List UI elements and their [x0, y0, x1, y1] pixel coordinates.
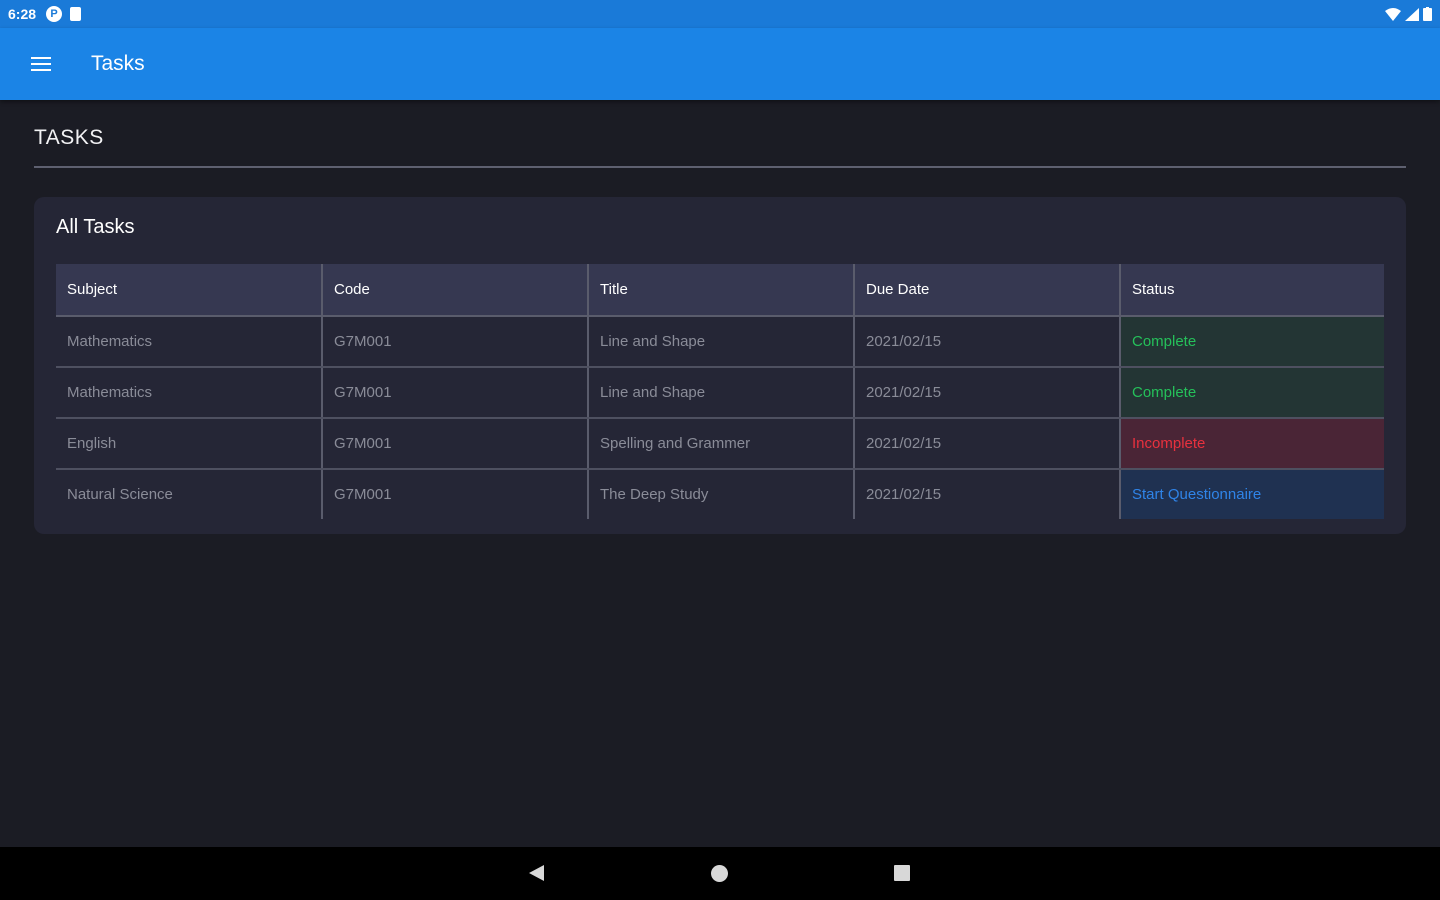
cell-title: The Deep Study: [588, 469, 855, 519]
table-row[interactable]: English G7M001 Spelling and Grammer 2021…: [56, 418, 1384, 470]
cell-title: Line and Shape: [588, 316, 855, 368]
cell-code: G7M001: [322, 367, 589, 419]
table-row[interactable]: Mathematics G7M001 Line and Shape 2021/0…: [56, 367, 1384, 419]
battery-icon: [1423, 7, 1432, 21]
table-header-row: Subject Code Title Due Date Status: [56, 264, 1384, 317]
status-badge[interactable]: Incomplete: [1120, 418, 1384, 470]
sd-card-icon: [70, 7, 82, 21]
cell-subject: Mathematics: [56, 316, 323, 368]
card-title: All Tasks: [56, 216, 135, 238]
tasks-table: Subject Code Title Due Date Status Mathe…: [56, 264, 1384, 519]
cell-subject: English: [56, 418, 323, 470]
recent-apps-icon[interactable]: [894, 865, 910, 881]
cell-subject: Mathematics: [56, 367, 323, 419]
all-tasks-card: All Tasks Subject Code Title Due Date St…: [34, 197, 1406, 534]
column-header-subject[interactable]: Subject: [56, 264, 323, 317]
cell-due-date: 2021/02/15: [854, 469, 1121, 519]
app-notification-icon: P: [46, 6, 63, 22]
home-icon[interactable]: [711, 865, 728, 882]
menu-icon[interactable]: [21, 44, 61, 84]
start-questionnaire-link[interactable]: Start Questionnaire: [1120, 469, 1384, 519]
wifi-icon: [1385, 7, 1401, 21]
app-bar-title: Tasks: [91, 52, 145, 75]
cell-code: G7M001: [322, 316, 589, 368]
cell-title: Line and Shape: [588, 367, 855, 419]
cell-code: G7M001: [322, 418, 589, 470]
table-row[interactable]: Natural Science G7M001 The Deep Study 20…: [56, 469, 1384, 519]
cell-title: Spelling and Grammer: [588, 418, 855, 470]
status-time: 6:28: [8, 6, 37, 22]
column-header-due-date[interactable]: Due Date: [854, 264, 1121, 317]
app-bar: Tasks: [0, 28, 1440, 100]
table-row[interactable]: Mathematics G7M001 Line and Shape 2021/0…: [56, 316, 1384, 368]
column-header-code[interactable]: Code: [322, 264, 589, 317]
page-title: TASKS: [34, 126, 104, 149]
cell-due-date: 2021/02/15: [854, 316, 1121, 368]
system-nav-bar: [0, 847, 1440, 900]
heading-divider: [34, 166, 1406, 168]
status-badge[interactable]: Complete: [1120, 367, 1384, 419]
cell-code: G7M001: [322, 469, 589, 519]
status-bar: 6:28 P: [0, 0, 1440, 28]
column-header-title[interactable]: Title: [588, 264, 855, 317]
status-badge[interactable]: Complete: [1120, 316, 1384, 368]
cell-due-date: 2021/02/15: [854, 418, 1121, 470]
signal-icon: [1405, 7, 1419, 21]
back-icon[interactable]: [529, 865, 544, 881]
cell-due-date: 2021/02/15: [854, 367, 1121, 419]
cell-subject: Natural Science: [56, 469, 323, 519]
column-header-status[interactable]: Status: [1120, 264, 1384, 317]
